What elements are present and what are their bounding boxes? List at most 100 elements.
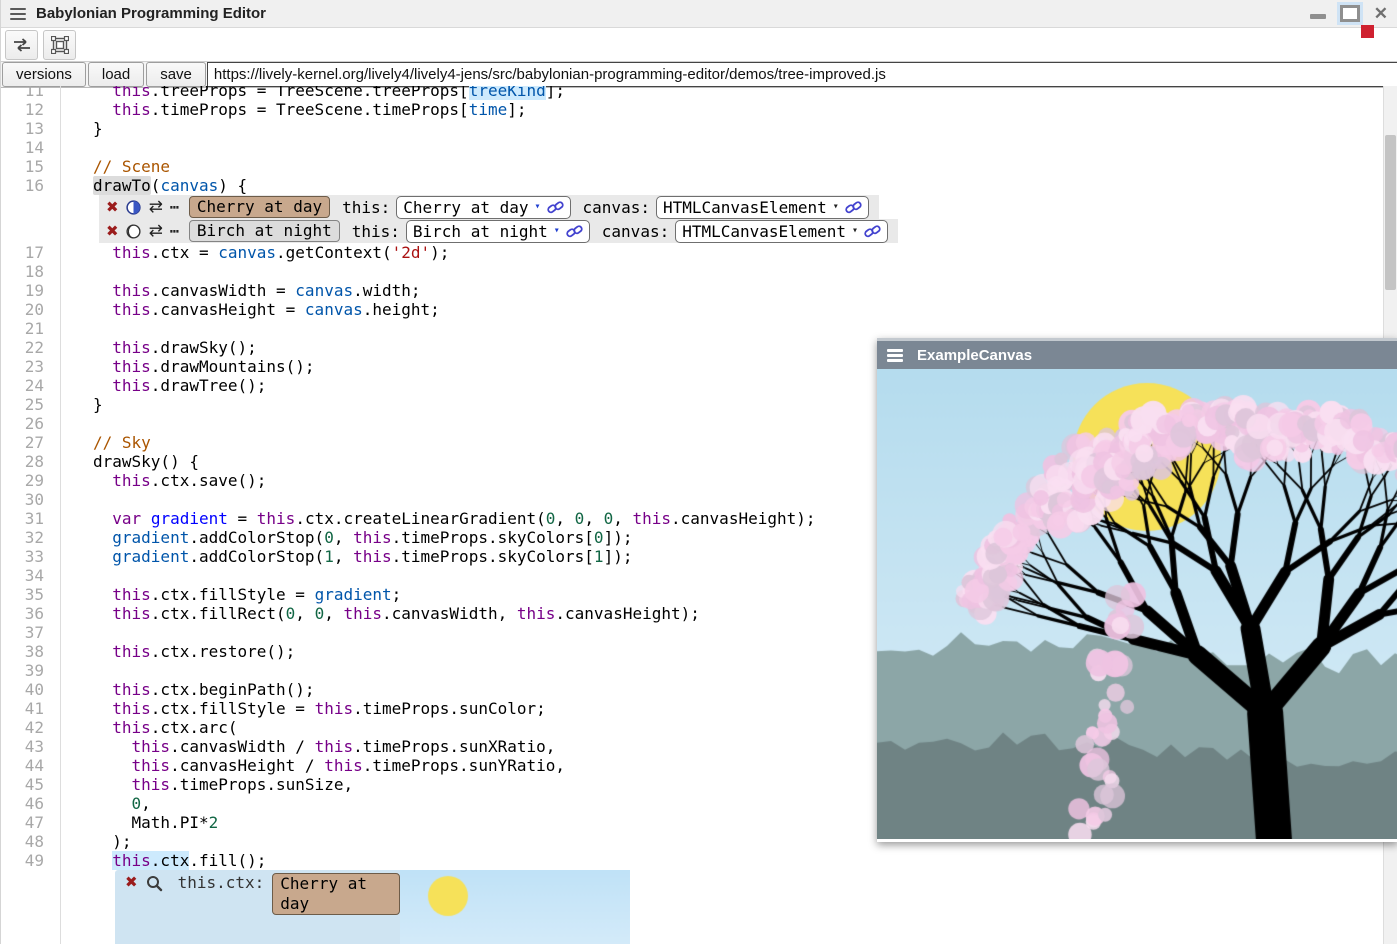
link-icon[interactable] bbox=[547, 201, 564, 214]
probe-widget: ✖ this.ctx: Cherry at day bbox=[115, 870, 630, 944]
param-value-dropdown-this[interactable]: Cherry at day ▾ bbox=[396, 196, 570, 219]
unsaved-changes-indicator bbox=[1361, 25, 1374, 38]
close-icon[interactable]: ✕ bbox=[1374, 5, 1388, 22]
minimize-icon[interactable] bbox=[1310, 14, 1326, 19]
example-widget-cherry-at-day: ✖ ⇄ ⋯ Cherry at day this: Cherry at day … bbox=[99, 195, 879, 219]
code-line-21[interactable]: 21 bbox=[1, 319, 1385, 338]
example-options-icon[interactable]: ⋯ bbox=[170, 198, 180, 216]
link-icon[interactable] bbox=[864, 225, 881, 238]
scrollbar-thumb[interactable] bbox=[1385, 135, 1396, 290]
example-widget-birch-at-night: ✖ ⇄ ⋯ Birch at night this: Birch at nigh… bbox=[99, 219, 898, 243]
babylonian-editor-window: Babylonian Programming Editor ✕ bbox=[0, 0, 1397, 944]
file-navbar: versions load save bbox=[1, 61, 1397, 88]
param-label-this: this: bbox=[352, 222, 400, 241]
line-number: 25 bbox=[1, 395, 61, 414]
example-widgets-row: ✖ ⇄ ⋯ Cherry at day this: Cherry at day … bbox=[1, 195, 1385, 243]
code-line-17[interactable]: 17 this.ctx = canvas.getContext('2d'); bbox=[1, 243, 1385, 262]
line-number: 21 bbox=[1, 319, 61, 338]
swap-arrows-button[interactable] bbox=[5, 30, 38, 60]
line-number: 35 bbox=[1, 585, 61, 604]
code-line-20[interactable]: 20 this.canvasHeight = canvas.height; bbox=[1, 300, 1385, 319]
link-icon[interactable] bbox=[566, 225, 583, 238]
line-number: 39 bbox=[1, 661, 61, 680]
save-button[interactable]: save bbox=[146, 62, 206, 87]
line-number: 49 bbox=[1, 851, 61, 870]
swap-example-icon[interactable]: ⇄ bbox=[149, 221, 163, 241]
line-number: 18 bbox=[1, 262, 61, 281]
file-url-input[interactable] bbox=[207, 62, 1397, 87]
line-number: 20 bbox=[1, 300, 61, 319]
code-line-13[interactable]: 13} bbox=[1, 119, 1385, 138]
code-line-15[interactable]: 15// Scene bbox=[1, 157, 1385, 176]
line-number: 13 bbox=[1, 119, 61, 138]
line-number: 28 bbox=[1, 452, 61, 471]
transform-selection-icon bbox=[51, 36, 69, 54]
code-line-11[interactable]: 11 this.treeProps = TreeScene.treeProps[… bbox=[1, 86, 1385, 100]
code-line-12[interactable]: 12 this.timeProps = TreeScene.timeProps[… bbox=[1, 100, 1385, 119]
line-number: 17 bbox=[1, 243, 61, 262]
probe-canvas-preview[interactable] bbox=[400, 870, 630, 944]
line-number: 14 bbox=[1, 138, 61, 157]
line-number: 47 bbox=[1, 813, 61, 832]
example-options-icon[interactable]: ⋯ bbox=[170, 222, 180, 240]
chevron-down-icon: ▾ bbox=[833, 202, 839, 212]
code-line-16[interactable]: 16drawTo(canvas) { bbox=[1, 176, 1385, 195]
swap-arrows-icon bbox=[13, 38, 31, 52]
example-name-badge[interactable]: Cherry at day bbox=[189, 196, 330, 218]
param-label-canvas: canvas: bbox=[602, 222, 669, 241]
swap-example-icon[interactable]: ⇄ bbox=[149, 197, 163, 217]
versions-button[interactable]: versions bbox=[2, 62, 86, 87]
code-line-18[interactable]: 18 bbox=[1, 262, 1385, 281]
param-label-canvas: canvas: bbox=[583, 198, 650, 217]
maximize-icon[interactable] bbox=[1340, 5, 1360, 22]
example-canvas-titlebar[interactable]: ExampleCanvas bbox=[877, 341, 1397, 369]
line-number: 12 bbox=[1, 100, 61, 119]
chevron-down-icon: ▾ bbox=[554, 226, 560, 236]
gutter-spacer bbox=[1, 870, 61, 944]
param-value-text: Cherry at day bbox=[403, 198, 528, 217]
line-number: 48 bbox=[1, 832, 61, 851]
delete-example-icon[interactable]: ✖ bbox=[106, 222, 119, 240]
line-number: 42 bbox=[1, 718, 61, 737]
line-number: 16 bbox=[1, 176, 61, 195]
line-number: 37 bbox=[1, 623, 61, 642]
load-button[interactable]: load bbox=[88, 62, 144, 87]
param-value-dropdown-canvas[interactable]: HTMLCanvasElement ▾ bbox=[656, 196, 869, 219]
example-active-toggle-icon[interactable] bbox=[125, 199, 142, 216]
probe-row: ✖ this.ctx: Cherry at day bbox=[1, 870, 1385, 944]
link-icon[interactable] bbox=[845, 201, 862, 214]
line-number: 43 bbox=[1, 737, 61, 756]
code-line-14[interactable]: 14 bbox=[1, 138, 1385, 157]
probe-example-badge[interactable]: Cherry at day bbox=[272, 873, 400, 915]
param-label-this: this: bbox=[342, 198, 390, 217]
param-value-text: HTMLCanvasElement bbox=[682, 222, 846, 241]
line-number: 34 bbox=[1, 566, 61, 585]
line-number: 30 bbox=[1, 490, 61, 509]
param-value-text: HTMLCanvasElement bbox=[663, 198, 827, 217]
param-value-dropdown-this[interactable]: Birch at night ▾ bbox=[406, 220, 590, 243]
window-title: Babylonian Programming Editor bbox=[36, 5, 266, 22]
line-number: 45 bbox=[1, 775, 61, 794]
example-canvas-scene bbox=[877, 369, 1397, 839]
example-inactive-toggle-icon[interactable] bbox=[125, 223, 142, 240]
window-titlebar[interactable]: Babylonian Programming Editor ✕ bbox=[1, 0, 1397, 28]
code-line-49[interactable]: 49 this.ctx.fill(); bbox=[1, 851, 1385, 870]
line-number: 11 bbox=[1, 86, 61, 100]
delete-example-icon[interactable]: ✖ bbox=[106, 198, 119, 216]
magnifier-icon[interactable] bbox=[146, 875, 163, 892]
code-line-19[interactable]: 19 this.canvasWidth = canvas.width; bbox=[1, 281, 1385, 300]
window-menu-icon[interactable] bbox=[10, 8, 26, 20]
param-value-dropdown-canvas[interactable]: HTMLCanvasElement ▾ bbox=[675, 220, 888, 243]
line-number: 27 bbox=[1, 433, 61, 452]
example-canvas-menu-icon[interactable] bbox=[887, 349, 903, 361]
gutter-spacer bbox=[1, 195, 61, 243]
line-number: 46 bbox=[1, 794, 61, 813]
delete-probe-icon[interactable]: ✖ bbox=[125, 873, 138, 891]
example-name-badge[interactable]: Birch at night bbox=[189, 220, 340, 242]
line-number: 36 bbox=[1, 604, 61, 623]
line-number: 24 bbox=[1, 376, 61, 395]
line-number: 40 bbox=[1, 680, 61, 699]
line-number: 15 bbox=[1, 157, 61, 176]
transform-selection-button[interactable] bbox=[43, 30, 76, 60]
example-canvas-title: ExampleCanvas bbox=[917, 347, 1032, 364]
